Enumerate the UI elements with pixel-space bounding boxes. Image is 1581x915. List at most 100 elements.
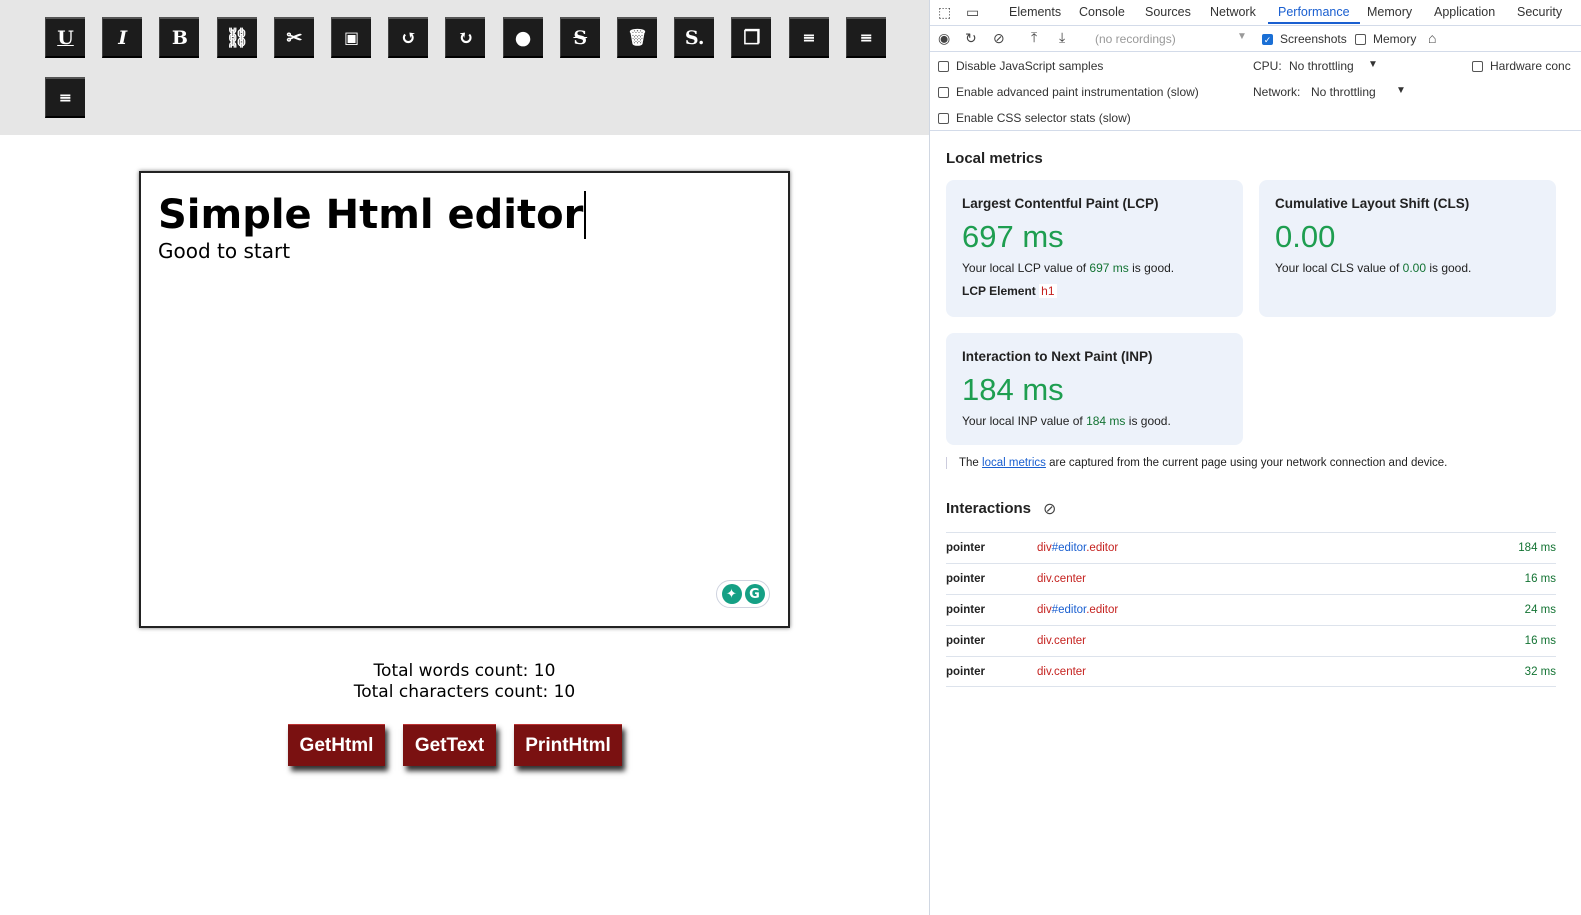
network-throttle-select[interactable]: No throttling — [1311, 85, 1376, 99]
interaction-target[interactable]: div.center — [1037, 573, 1525, 585]
interaction-type: pointer — [946, 635, 985, 647]
disable-js-checkbox[interactable]: Disable JavaScript samples — [938, 59, 1103, 73]
cut-button[interactable]: ✂ — [273, 17, 314, 58]
divider — [930, 130, 1581, 131]
interaction-target[interactable]: div#editor.editor — [1037, 604, 1525, 616]
editor-heading: Simple Html editor — [158, 191, 587, 239]
memory-label: Memory — [1373, 32, 1417, 46]
screenshots-checkbox[interactable]: ✓ Screenshots — [1262, 32, 1347, 46]
upload-icon[interactable]: ⤒ — [1031, 29, 1037, 46]
interaction-time: 16 ms — [1524, 573, 1556, 585]
tab-security[interactable]: Security — [1517, 5, 1562, 19]
get-text-button[interactable]: GetText — [403, 724, 496, 766]
color-button[interactable]: ● — [502, 17, 543, 58]
interaction-type: pointer — [946, 665, 985, 678]
align-left-icon: ≡ — [859, 28, 873, 47]
interaction-row[interactable]: pointer div#editor.editor 24 ms — [946, 594, 1556, 625]
redo-button[interactable]: ↻ — [445, 17, 486, 58]
interaction-target[interactable]: div.center — [1037, 666, 1525, 678]
tab-application[interactable]: Application — [1434, 5, 1495, 19]
clear-interactions-icon[interactable]: ⊘ — [1043, 499, 1056, 519]
italic-button[interactable]: I — [102, 17, 143, 58]
print-html-button[interactable]: PrintHtml — [514, 724, 622, 766]
lightbulb-icon[interactable]: ✦ — [721, 584, 742, 604]
bold-icon: B — [171, 26, 188, 49]
chevron-down-icon[interactable]: ▼ — [1237, 31, 1247, 42]
interaction-row[interactable]: pointer div.center 16 ms — [946, 625, 1556, 656]
strikethrough-button[interactable]: S — [559, 17, 600, 58]
reload-record-icon[interactable]: ↻ — [965, 30, 977, 47]
css-stats-checkbox[interactable]: Enable CSS selector stats (slow) — [938, 111, 1131, 125]
broom-icon[interactable]: ⌂ — [1428, 30, 1436, 46]
delete-button[interactable]: 🗑 — [617, 17, 657, 58]
italic-icon: I — [118, 26, 128, 49]
local-metrics-link[interactable]: local metrics — [982, 457, 1046, 469]
interaction-row[interactable]: pointer div.center 16 ms — [946, 563, 1556, 594]
inspect-icon[interactable]: ⬚ — [938, 4, 951, 21]
metrics-note: The local metrics are captured from the … — [946, 457, 1447, 469]
bold-button[interactable]: B — [159, 17, 200, 58]
editor-area[interactable]: Simple Html editor Good to start ✦ G — [139, 171, 790, 628]
chevron-down-icon[interactable]: ▼ — [1368, 59, 1378, 70]
recordings-select[interactable]: (no recordings) — [1095, 32, 1176, 46]
adv-paint-checkbox[interactable]: Enable advanced paint instrumentation (s… — [938, 85, 1199, 99]
undo-button[interactable]: ↺ — [388, 17, 429, 58]
align-right-button[interactable]: ≡ — [45, 77, 85, 118]
image-button[interactable]: ▣ — [331, 17, 371, 58]
strikethrough-icon: S — [573, 26, 588, 49]
underline-button[interactable]: U — [45, 17, 85, 58]
interaction-type: pointer — [946, 604, 985, 616]
clear-icon[interactable]: ⊘ — [993, 30, 1005, 47]
hardware-label: Hardware conc — [1490, 59, 1571, 73]
lcp-value: 697 ms — [962, 219, 1064, 254]
color-icon: ● — [514, 26, 532, 49]
tab-elements[interactable]: Elements — [1009, 5, 1061, 19]
tab-network[interactable]: Network — [1210, 5, 1256, 19]
copy-button[interactable]: ❐ — [731, 17, 772, 58]
download-icon[interactable]: ⤓ — [1059, 29, 1065, 46]
cut-icon: ✂ — [286, 26, 303, 49]
interaction-time: 24 ms — [1524, 604, 1556, 616]
chevron-down-icon[interactable]: ▼ — [1396, 85, 1406, 96]
tab-console[interactable]: Console — [1079, 5, 1125, 19]
link-button[interactable]: ⛓ — [216, 17, 257, 58]
interaction-row[interactable]: pointer div.center 32 ms — [946, 656, 1556, 687]
align-right-icon: ≡ — [58, 88, 73, 107]
underline-icon: U — [57, 26, 74, 49]
tab-performance[interactable]: Performance — [1268, 5, 1360, 24]
editor-toolbar: U I B ⛓ ✂ ▣ ↺ ↻ ● S 🗑 S. ❐ ≡ ≡ ≡ — [0, 0, 929, 135]
inp-title: Interaction to Next Paint (INP) — [962, 349, 1153, 364]
inp-card: Interaction to Next Paint (INP) 184 ms Y… — [946, 333, 1243, 445]
performance-toolbar: ◉ ↻ ⊘ ⤒ ⤓ (no recordings) ▼ ✓ Screenshots… — [930, 26, 1581, 52]
devtools-panel: ⬚ ▭ Elements Console Sources Network Perform… — [929, 0, 1581, 915]
interaction-target[interactable]: div.center — [1037, 635, 1525, 647]
align-left-button[interactable]: ≡ — [845, 17, 886, 58]
memory-checkbox[interactable]: Memory — [1355, 32, 1416, 46]
interaction-time: 16 ms — [1524, 635, 1556, 647]
css-stats-label: Enable CSS selector stats (slow) — [956, 111, 1131, 125]
get-html-button[interactable]: GetHtml — [288, 724, 385, 766]
devtools-tabs: ⬚ ▭ Elements Console Sources Network Perform… — [930, 0, 1581, 26]
remove-format-button[interactable]: S. — [674, 17, 715, 58]
link-icon: ⛓ — [225, 27, 250, 49]
cpu-throttle-select[interactable]: No throttling — [1289, 59, 1354, 73]
lcp-element-link[interactable]: h1 — [1039, 284, 1057, 298]
align-center-button[interactable]: ≡ — [788, 17, 829, 58]
tab-sources[interactable]: Sources — [1145, 5, 1191, 19]
undo-icon: ↺ — [400, 26, 417, 49]
local-metrics-heading: Local metrics — [946, 150, 1043, 167]
cls-title: Cumulative Layout Shift (CLS) — [1275, 196, 1470, 211]
lcp-element: LCP Element h1 — [962, 284, 1057, 298]
lcp-desc: Your local LCP value of 697 ms is good. — [962, 261, 1175, 275]
cls-card: Cumulative Layout Shift (CLS) 0.00 Your … — [1259, 180, 1556, 317]
interaction-row[interactable]: pointer div#editor.editor 184 ms — [946, 532, 1556, 563]
network-label: Network: — [1253, 85, 1301, 99]
device-toggle-icon[interactable]: ▭ — [966, 4, 979, 21]
grammarly-icon[interactable]: G — [744, 584, 765, 604]
grammarly-widget[interactable]: ✦ G — [716, 580, 770, 608]
hardware-checkbox[interactable]: Hardware conc — [1472, 59, 1571, 73]
image-icon: ▣ — [343, 28, 360, 47]
record-icon[interactable]: ◉ — [938, 30, 950, 47]
tab-memory[interactable]: Memory — [1367, 5, 1412, 19]
interaction-target[interactable]: div#editor.editor — [1037, 542, 1518, 554]
